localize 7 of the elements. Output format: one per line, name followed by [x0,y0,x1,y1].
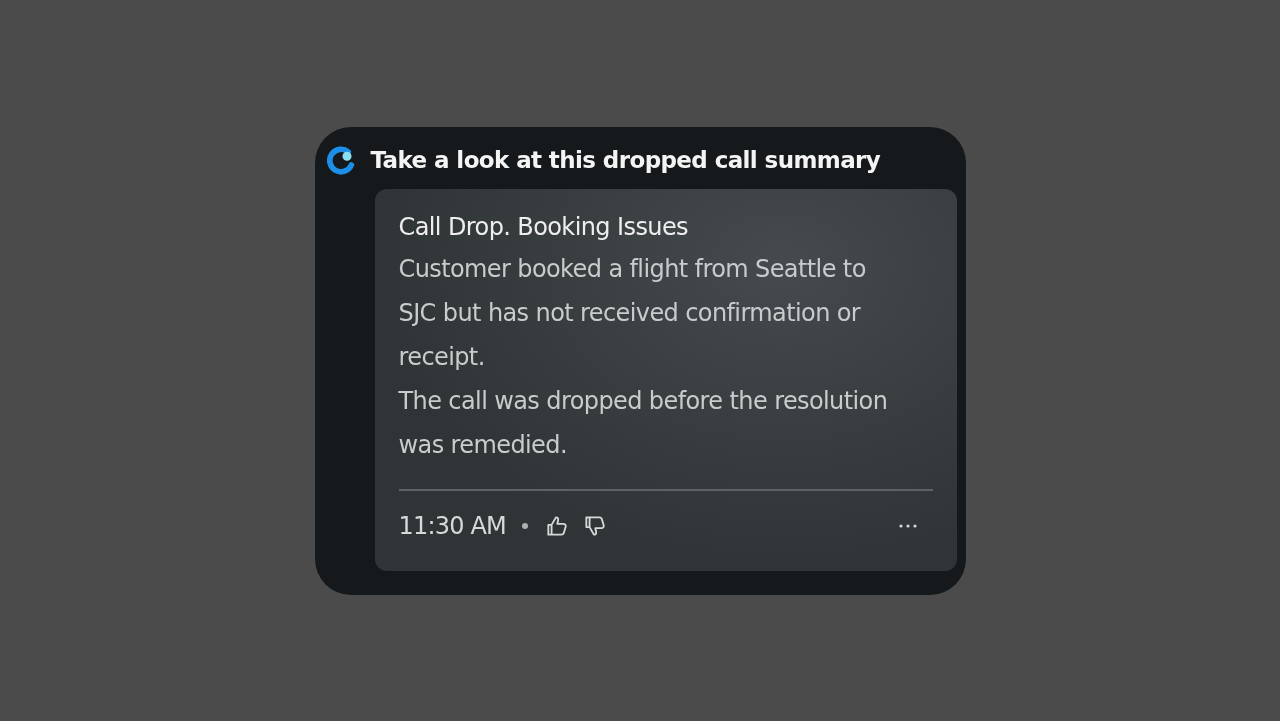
summary-text: The call was dropped before the resolution was remedied. [398,385,889,461]
summary-text: Customer booked a flight from Seattle to SJC but has not received confirmation or receipt. [398,253,867,373]
separator-dot-icon [522,522,529,529]
timestamp: 11:30 AM [398,511,507,540]
logo-icon [326,144,357,175]
summary-heading: Call Drop. Booking Issues [398,211,689,243]
message-title: Take a look at this dropped call summary [370,146,881,173]
